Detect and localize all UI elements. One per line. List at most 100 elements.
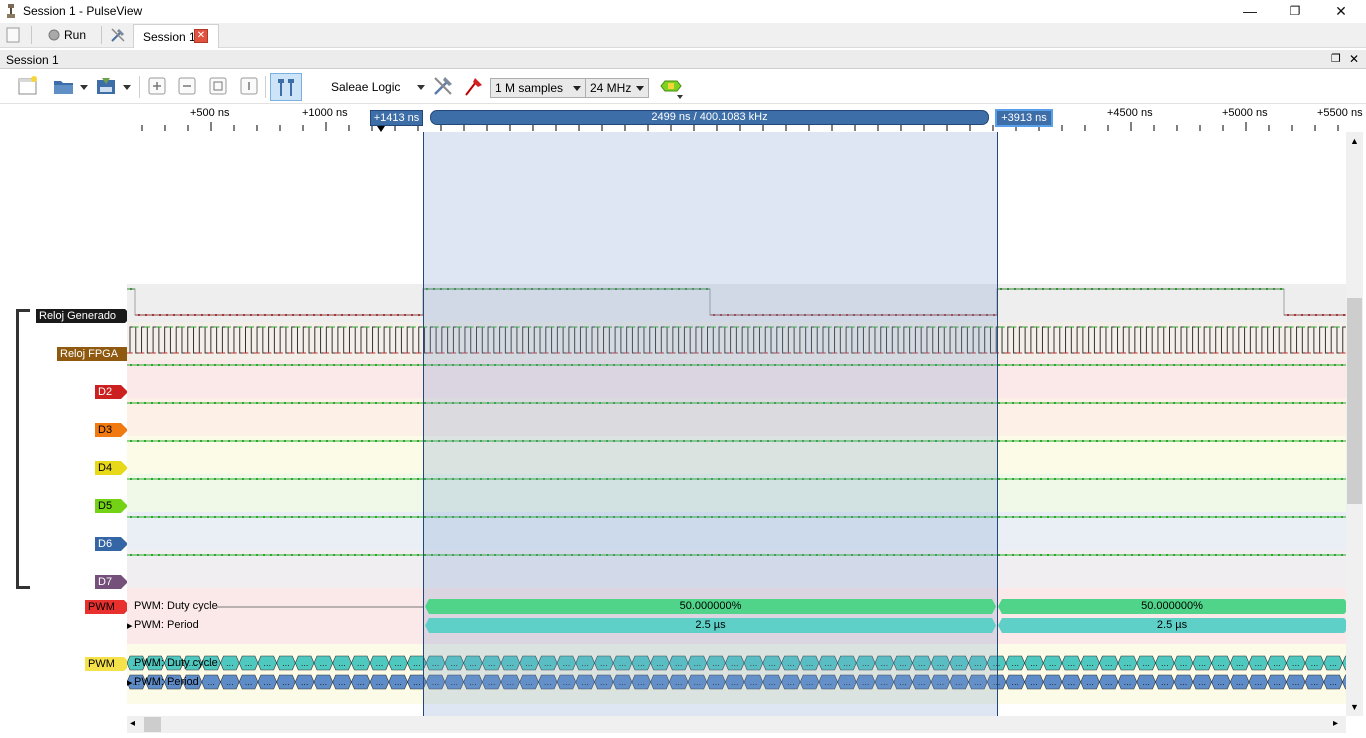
cursor-left-flag[interactable]: +1413 ns: [370, 110, 423, 126]
channel-label-d5[interactable]: D5: [95, 499, 129, 513]
trace-viewport[interactable]: ........................................…: [127, 132, 1346, 716]
decoder-label-pwm-1[interactable]: PWM: [85, 600, 131, 614]
svg-text:...: ...: [1124, 659, 1132, 668]
duty-cycle-annotation[interactable]: 50.000000%: [998, 599, 1346, 614]
session-close-button[interactable]: ✕: [1349, 52, 1359, 66]
run-icon: [48, 29, 60, 41]
zoom-one-to-one-icon[interactable]: [237, 74, 261, 98]
channel-label-d4[interactable]: D4: [95, 461, 129, 475]
svg-text:...: ...: [1142, 659, 1150, 668]
svg-text:...: ...: [1068, 659, 1076, 668]
cursor-span-bar[interactable]: 2499 ns / 400.1083 kHz: [430, 110, 989, 125]
horizontal-scroll-thumb[interactable]: [144, 717, 161, 732]
decoder-dropdown-arrow-icon[interactable]: [677, 95, 683, 99]
svg-text:...: ...: [1180, 678, 1188, 687]
svg-text:...: ...: [1161, 659, 1169, 668]
period-annotation[interactable]: 2.5 µs: [425, 618, 996, 633]
separator: [101, 26, 102, 44]
svg-text:...: ...: [1255, 678, 1263, 687]
svg-text:...: ...: [1292, 659, 1300, 668]
duty-cycle-annotation[interactable]: 50.000000%: [425, 599, 996, 614]
cursor-right-flag[interactable]: +3913 ns: [995, 109, 1053, 127]
svg-text:...: ...: [376, 659, 384, 668]
scroll-right-icon[interactable]: ▸: [1333, 718, 1338, 729]
channel-group-bracket[interactable]: [16, 309, 30, 589]
svg-text:...: ...: [226, 659, 234, 668]
vertical-scroll-thumb[interactable]: [1347, 298, 1362, 504]
show-cursors-button[interactable]: [270, 73, 302, 101]
svg-text:...: ...: [1273, 678, 1281, 687]
svg-text:...: ...: [1292, 678, 1300, 687]
scroll-up-icon[interactable]: ▲: [1350, 136, 1359, 146]
svg-text:...: ...: [245, 659, 253, 668]
decoder2-row-period-label: PWM: Period: [134, 676, 199, 688]
sample-count-select[interactable]: 1 M samples: [490, 78, 586, 98]
channel-label-d3[interactable]: D3: [95, 423, 129, 437]
vertical-scrollbar[interactable]: ▲ ▼: [1346, 132, 1363, 716]
decoder-label-pwm-2[interactable]: PWM: [85, 657, 131, 671]
close-window-button[interactable]: ✕: [1318, 0, 1364, 23]
separator: [265, 76, 266, 98]
new-session-icon[interactable]: [16, 74, 40, 98]
svg-text:...: ...: [1049, 678, 1057, 687]
period-annotation[interactable]: 2.5 µs: [998, 618, 1346, 633]
settings-tools-icon[interactable]: [110, 27, 126, 43]
session-restore-button[interactable]: ❐: [1331, 52, 1341, 65]
run-button[interactable]: Run: [47, 26, 97, 46]
time-ruler[interactable]: +500 ns +1000 ns +4500 ns +5000 ns +5500…: [127, 104, 1363, 132]
svg-text:...: ...: [1198, 659, 1206, 668]
svg-text:...: ...: [376, 678, 384, 687]
channel-label-reloj-generado[interactable]: Reloj Generado: [36, 309, 133, 323]
svg-text:...: ...: [1273, 659, 1281, 668]
probe-config-icon[interactable]: [462, 74, 486, 98]
svg-text:...: ...: [1011, 678, 1019, 687]
save-icon[interactable]: [94, 74, 118, 98]
svg-text:...: ...: [1311, 659, 1319, 668]
channel-label-d2[interactable]: D2: [95, 385, 129, 399]
svg-text:...: ...: [1180, 659, 1188, 668]
svg-text:...: ...: [1329, 678, 1337, 687]
svg-text:...: ...: [1198, 678, 1206, 687]
window-title: Session 1 - PulseView: [23, 4, 143, 18]
chevron-down-icon: [573, 86, 581, 91]
zoom-in-icon[interactable]: [145, 74, 169, 98]
new-document-icon[interactable]: [6, 27, 20, 43]
svg-text:...: ...: [282, 678, 290, 687]
svg-text:...: ...: [301, 678, 309, 687]
svg-text:...: ...: [357, 678, 365, 687]
device-selector[interactable]: Saleae Logic: [331, 80, 400, 94]
channel-label-d7[interactable]: D7: [95, 575, 129, 589]
expand-row-icon[interactable]: ▸: [127, 619, 133, 632]
sample-rate-value: 24 MHz: [590, 81, 632, 95]
save-dropdown-arrow-icon[interactable]: [123, 85, 131, 90]
expand-row-icon[interactable]: ▸: [127, 676, 133, 689]
pulseview-app-icon: [7, 4, 15, 18]
open-folder-icon[interactable]: [52, 74, 76, 98]
channel-label-reloj-fpga[interactable]: Reloj FPGA: [57, 347, 135, 361]
scroll-left-icon[interactable]: ◂: [130, 718, 135, 729]
device-dropdown-arrow-icon[interactable]: [417, 85, 425, 90]
zoom-fit-icon[interactable]: [206, 74, 230, 98]
zoom-out-icon[interactable]: [175, 74, 199, 98]
channel-label-d6[interactable]: D6: [95, 537, 129, 551]
maximize-button[interactable]: ❐: [1272, 0, 1318, 23]
minimize-button[interactable]: —: [1227, 0, 1273, 23]
run-label: Run: [64, 28, 87, 42]
svg-text:...: ...: [245, 678, 253, 687]
open-dropdown-arrow-icon[interactable]: [80, 85, 88, 90]
close-tab-icon[interactable]: ✕: [194, 29, 208, 43]
svg-text:...: ...: [1086, 659, 1094, 668]
tab-session-1[interactable]: Session 1 ✕: [133, 24, 219, 48]
decoder-row-period-label: PWM: Period: [134, 619, 199, 631]
svg-text:...: ...: [1030, 678, 1038, 687]
sample-rate-select[interactable]: 24 MHz: [585, 78, 649, 98]
session-title: Session 1: [6, 53, 59, 67]
svg-text:...: ...: [1255, 659, 1263, 668]
horizontal-scrollbar[interactable]: ◂ ▸: [127, 716, 1346, 733]
device-config-tools-icon[interactable]: [431, 74, 455, 98]
svg-text:...: ...: [1105, 678, 1113, 687]
svg-text:...: ...: [320, 678, 328, 687]
svg-text:...: ...: [1217, 659, 1225, 668]
svg-text:...: ...: [226, 678, 234, 687]
scroll-down-icon[interactable]: ▼: [1350, 702, 1359, 712]
